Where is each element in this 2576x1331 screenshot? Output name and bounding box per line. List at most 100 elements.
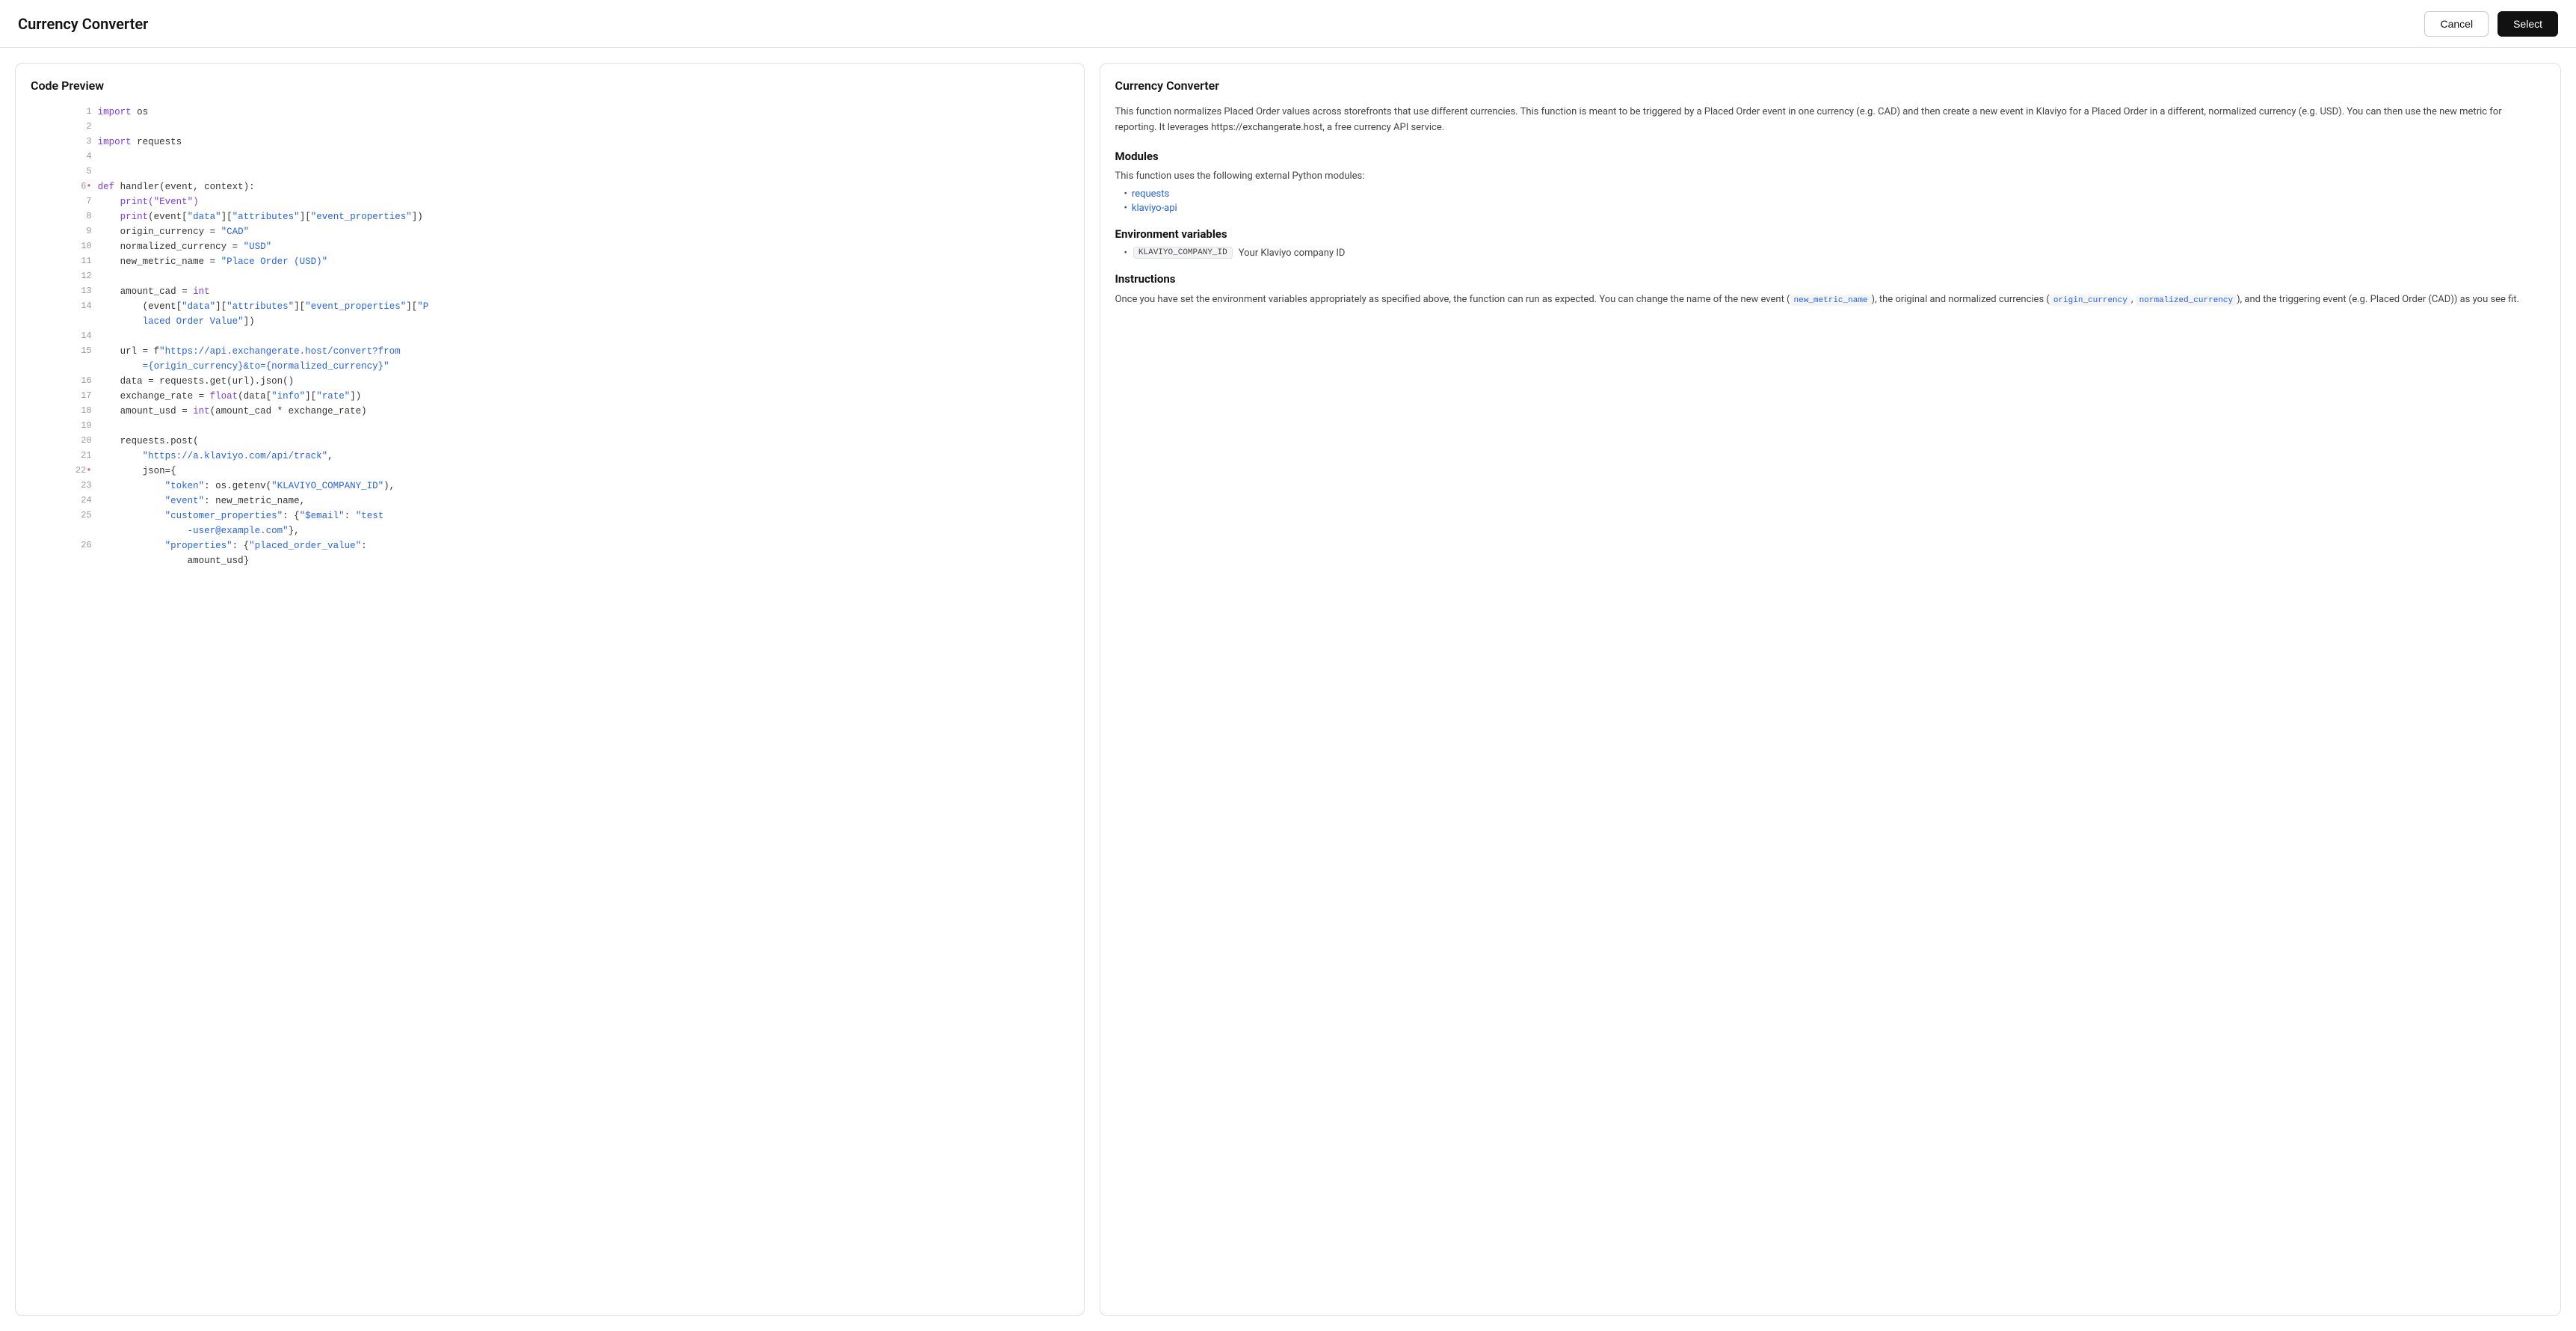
line-number: 5: [31, 165, 95, 179]
line-number: 10: [31, 239, 95, 254]
readme-panel: Currency Converter This function normali…: [1100, 63, 2561, 1316]
readme-description-section: This function normalizes Placed Order va…: [1115, 105, 2545, 136]
line-number: 24: [31, 494, 95, 508]
code-text: requests.post(: [95, 434, 1069, 449]
line-number: 3: [31, 135, 95, 150]
code-text: "token": os.getenv("KLAVIYO_COMPANY_ID")…: [95, 479, 1069, 494]
code-line: 2: [31, 120, 1069, 135]
modules-title: Modules: [1115, 150, 2545, 163]
code-line: 22• json={: [31, 464, 1069, 479]
code-line: 21 "https://a.klaviyo.com/api/track",: [31, 449, 1069, 464]
code-text: ={origin_currency}&to={normalized_curren…: [95, 359, 1069, 374]
code-line: 15 url = f"https://api.exchangerate.host…: [31, 344, 1069, 359]
header-actions: Cancel Select: [2424, 11, 2558, 37]
code-text: amount_usd = int(amount_cad * exchange_r…: [95, 404, 1069, 419]
module-item: klaviyo-api: [1124, 203, 2545, 214]
code-line: 25 "customer_properties": {"$email": "te…: [31, 508, 1069, 523]
env-desc: Your Klaviyo company ID: [1239, 248, 1346, 259]
code-text: "properties": {"placed_order_value":: [95, 538, 1069, 553]
inline-code-normalized: normalized_currency: [2136, 295, 2237, 306]
line-number: 26: [31, 538, 95, 553]
code-line: 12: [31, 269, 1069, 284]
code-text: "customer_properties": {"$email": "test: [95, 508, 1069, 523]
line-number: 14: [31, 329, 95, 344]
code-line: amount_usd}: [31, 553, 1069, 568]
line-number: 18: [31, 404, 95, 419]
line-number: 15: [31, 344, 95, 359]
code-text: [95, 269, 1069, 284]
code-line: 10 normalized_currency = "USD": [31, 239, 1069, 254]
line-number: [31, 553, 95, 568]
code-text: "event": new_metric_name,: [95, 494, 1069, 508]
readme-modules-section: Modules This function uses the following…: [1115, 150, 2545, 215]
code-text: [95, 329, 1069, 344]
header: Currency Converter Cancel Select: [0, 0, 2576, 48]
code-line: 17 exchange_rate = float(data["info"]["r…: [31, 389, 1069, 404]
env-badge: KLAVIYO_COMPANY_ID: [1133, 247, 1233, 259]
code-line: 3import requests: [31, 135, 1069, 150]
code-line: 5: [31, 165, 1069, 179]
code-text: -user@example.com"},: [95, 523, 1069, 538]
line-number: 11: [31, 254, 95, 269]
code-line: 9 origin_currency = "CAD": [31, 224, 1069, 239]
code-table: 1import os2 3import requests4 5 6•def ha…: [31, 105, 1069, 568]
code-line: 14 (event["data"]["attributes"]["event_p…: [31, 299, 1069, 314]
main-content: Code Preview 1import os2 3import request…: [0, 48, 2576, 1331]
code-line: -user@example.com"},: [31, 523, 1069, 538]
cancel-button[interactable]: Cancel: [2424, 11, 2489, 37]
line-number: 19: [31, 419, 95, 434]
code-text: data = requests.get(url).json(): [95, 374, 1069, 389]
module-link[interactable]: klaviyo-api: [1132, 203, 1177, 214]
line-number: 25: [31, 508, 95, 523]
line-number: 14: [31, 299, 95, 314]
code-line: 26 "properties": {"placed_order_value":: [31, 538, 1069, 553]
line-number: 8: [31, 209, 95, 224]
code-line: 13 amount_cad = int: [31, 284, 1069, 299]
line-number: 22•: [31, 464, 95, 479]
inline-code-metric: new_metric_name: [1790, 295, 1872, 306]
code-line: 20 requests.post(: [31, 434, 1069, 449]
code-text: import requests: [95, 135, 1069, 150]
select-button[interactable]: Select: [2498, 11, 2558, 37]
code-line: 24 "event": new_metric_name,: [31, 494, 1069, 508]
instructions-title: Instructions: [1115, 272, 2545, 286]
code-line: ={origin_currency}&to={normalized_curren…: [31, 359, 1069, 374]
code-line: laced Order Value"]): [31, 314, 1069, 329]
modules-list: requests klaviyo-api: [1115, 188, 2545, 214]
code-text: "https://a.klaviyo.com/api/track",: [95, 449, 1069, 464]
code-preview-title: Code Preview: [31, 79, 1069, 93]
readme-description: This function normalizes Placed Order va…: [1115, 105, 2545, 136]
code-text: [95, 419, 1069, 434]
code-line: 1import os: [31, 105, 1069, 120]
code-text: [95, 150, 1069, 165]
env-list: KLAVIYO_COMPANY_ID Your Klaviyo company I…: [1115, 247, 2545, 259]
line-number: 2: [31, 120, 95, 135]
code-text: (event["data"]["attributes"]["event_prop…: [95, 299, 1069, 314]
code-line: 18 amount_usd = int(amount_cad * exchang…: [31, 404, 1069, 419]
code-text: amount_cad = int: [95, 284, 1069, 299]
page-title: Currency Converter: [18, 15, 148, 33]
line-number: 16: [31, 374, 95, 389]
code-line: 11 new_metric_name = "Place Order (USD)": [31, 254, 1069, 269]
modules-desc: This function uses the following externa…: [1115, 169, 2545, 185]
line-number: 21: [31, 449, 95, 464]
module-item: requests: [1124, 188, 2545, 200]
module-link[interactable]: requests: [1132, 188, 1169, 200]
code-line: 14: [31, 329, 1069, 344]
code-line: 7 print("Event"): [31, 194, 1069, 209]
code-text: [95, 165, 1069, 179]
line-number: 9: [31, 224, 95, 239]
readme-section-title: Currency Converter: [1115, 79, 2545, 93]
code-text: def handler(event, context):: [95, 179, 1069, 194]
code-text: url = f"https://api.exchangerate.host/co…: [95, 344, 1069, 359]
line-number: [31, 523, 95, 538]
code-text: new_metric_name = "Place Order (USD)": [95, 254, 1069, 269]
code-line: 6•def handler(event, context):: [31, 179, 1069, 194]
code-line: 8 print(event["data"]["attributes"]["eve…: [31, 209, 1069, 224]
line-number: 12: [31, 269, 95, 284]
code-preview-panel: Code Preview 1import os2 3import request…: [15, 63, 1085, 1316]
line-number: 1: [31, 105, 95, 120]
readme-env-section: Environment variables KLAVIYO_COMPANY_ID…: [1115, 227, 2545, 259]
code-area[interactable]: 1import os2 3import requests4 5 6•def ha…: [31, 105, 1069, 1300]
code-line: 23 "token": os.getenv("KLAVIYO_COMPANY_I…: [31, 479, 1069, 494]
